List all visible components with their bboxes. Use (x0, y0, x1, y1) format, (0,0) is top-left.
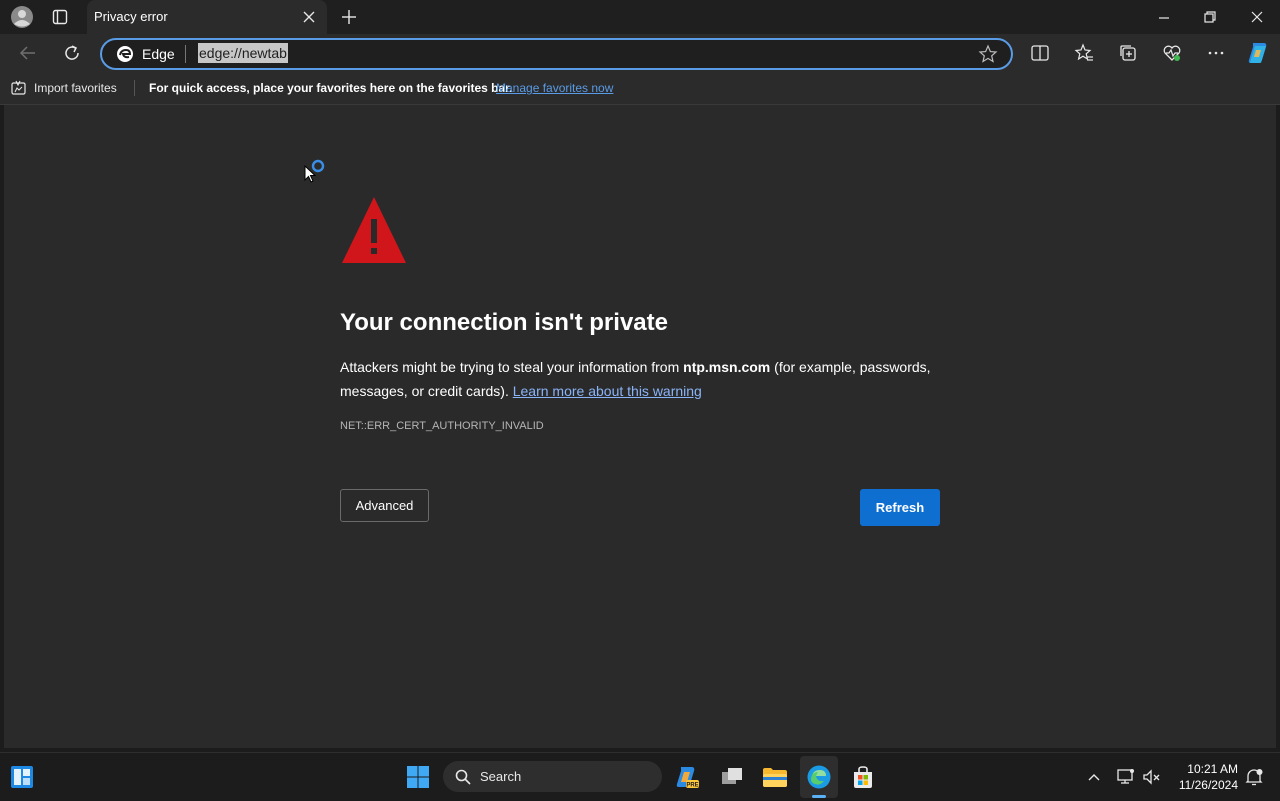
copilot-icon[interactable] (1245, 40, 1271, 66)
edge-logo-icon (117, 46, 133, 62)
network-icon[interactable] (1116, 767, 1136, 787)
split-screen-icon[interactable] (1030, 43, 1050, 63)
edge-taskbar-icon[interactable] (806, 764, 832, 790)
favorites-bar: Import favorites For quick access, place… (0, 72, 1280, 105)
import-favorites-icon (11, 80, 26, 95)
edge-site-info-chip[interactable]: Edge (116, 44, 175, 64)
favorite-star-icon[interactable] (978, 44, 998, 64)
refresh-icon[interactable] (62, 43, 82, 63)
back-arrow-icon[interactable] (18, 43, 38, 63)
profile-avatar-icon[interactable] (10, 5, 34, 29)
advanced-button[interactable]: Advanced (340, 489, 429, 522)
widgets-icon[interactable] (10, 765, 34, 789)
microsoft-store-icon[interactable] (850, 764, 876, 790)
close-tab-icon[interactable] (299, 7, 319, 27)
active-app-indicator (812, 795, 826, 798)
toolbar: Edge edge://newtab (0, 34, 1280, 72)
chevron-up-icon[interactable] (1086, 769, 1102, 785)
address-divider (185, 45, 186, 63)
warning-triangle-icon (342, 197, 406, 263)
error-code: NET::ERR_CERT_AUTHORITY_INVALID (340, 420, 544, 432)
import-favorites-button[interactable]: Import favorites (10, 79, 117, 97)
favorites-divider (134, 80, 135, 96)
address-bar[interactable]: Edge edge://newtab (100, 38, 1013, 70)
collections-icon[interactable] (1118, 43, 1138, 63)
tab-privacy-error[interactable]: Privacy error (87, 0, 327, 34)
error-description: Attackers might be trying to steal your … (340, 355, 950, 403)
learn-more-link[interactable]: Learn more about this warning (513, 383, 702, 399)
favorites-icon[interactable] (1074, 43, 1094, 63)
mouse-cursor-icon (304, 165, 317, 183)
task-view-icon[interactable] (720, 765, 744, 789)
notifications-icon[interactable] (1244, 767, 1264, 787)
import-favorites-label: Import favorites (34, 81, 117, 95)
taskbar: Search PRE 10:21 AM 11/26/2024 (0, 752, 1280, 801)
svg-text:PRE: PRE (686, 783, 698, 789)
favorites-bar-message: For quick access, place your favorites h… (149, 81, 513, 95)
browser-essentials-icon[interactable] (1162, 43, 1182, 63)
tab-title: Privacy error (94, 9, 168, 24)
refresh-button[interactable]: Refresh (860, 489, 940, 526)
restore-icon[interactable] (1202, 9, 1218, 25)
error-heading: Your connection isn't private (340, 309, 668, 336)
minimize-icon[interactable] (1156, 10, 1172, 26)
manage-favorites-link[interactable]: Manage favorites now (496, 81, 613, 95)
url-text[interactable]: edge://newtab (198, 43, 288, 63)
search-icon (455, 769, 471, 785)
close-window-icon[interactable] (1249, 9, 1265, 25)
volume-muted-icon[interactable] (1142, 767, 1162, 787)
clock-date[interactable]: 11/26/2024 (1170, 778, 1238, 792)
windows-start-icon[interactable] (406, 765, 430, 789)
new-tab-icon[interactable] (340, 8, 358, 26)
edge-chip-label: Edge (142, 46, 175, 62)
error-page: Your connection isn't private Attackers … (4, 105, 1276, 748)
copilot-pre-icon[interactable]: PRE (674, 764, 700, 790)
clock-time[interactable]: 10:21 AM (1180, 762, 1238, 776)
file-explorer-icon[interactable] (762, 765, 788, 789)
search-label: Search (480, 769, 522, 784)
tab-actions-icon[interactable] (52, 9, 68, 25)
desc-prefix: Attackers might be trying to steal your … (340, 359, 684, 375)
taskbar-search-box[interactable]: Search (443, 761, 662, 792)
settings-more-icon[interactable] (1206, 43, 1226, 63)
title-bar: Privacy error (0, 0, 1280, 34)
host-name: ntp.msn.com (683, 359, 771, 375)
